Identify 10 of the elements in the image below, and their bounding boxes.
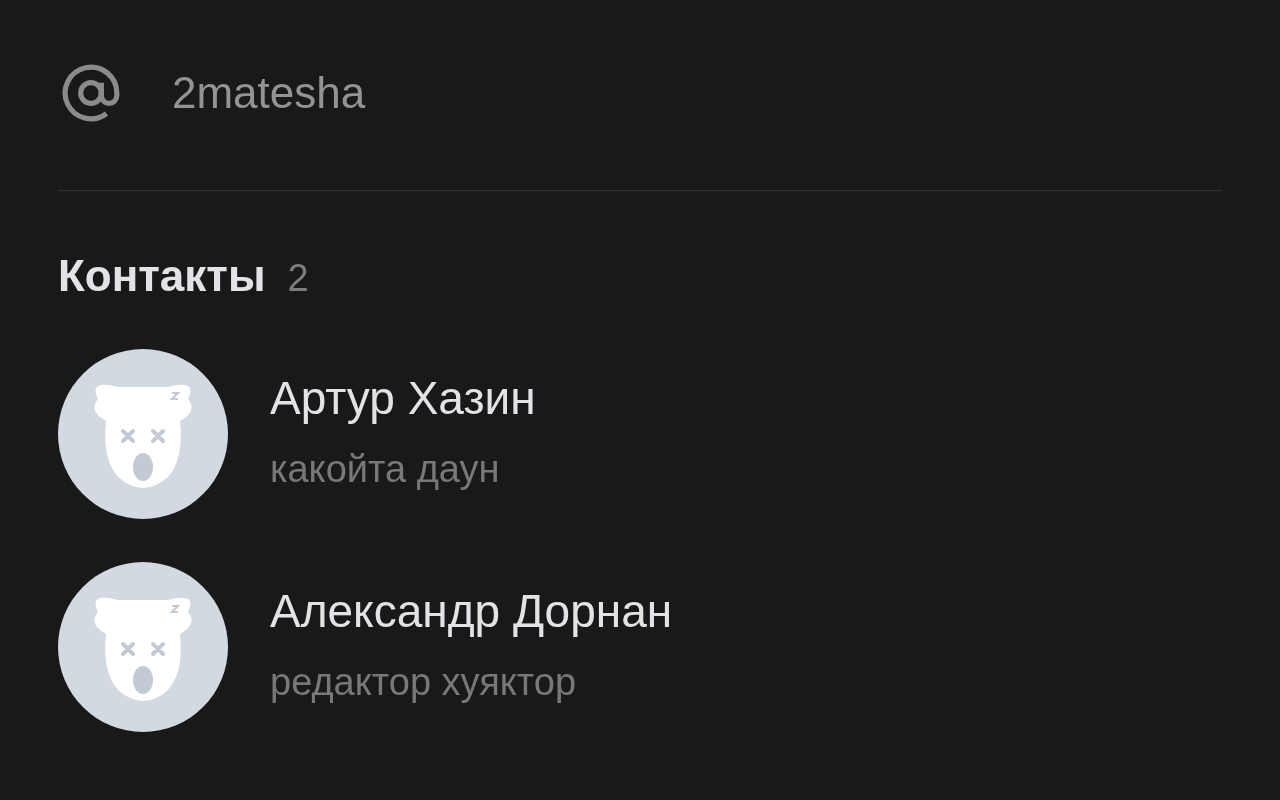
username: 2matesha	[172, 67, 366, 119]
section-title: Контакты	[58, 250, 266, 302]
contact-status: какойта даун	[270, 447, 501, 492]
contact-name[interactable]: Александр Дорнан	[270, 577, 673, 646]
contacts-count: 2	[287, 256, 309, 301]
contact-status: редактор хуяктор	[270, 660, 578, 705]
avatar-icon	[58, 562, 228, 732]
at-sign-icon	[60, 62, 122, 124]
avatar-icon	[58, 349, 228, 519]
contact-name[interactable]: Артур Хазин	[270, 364, 536, 433]
